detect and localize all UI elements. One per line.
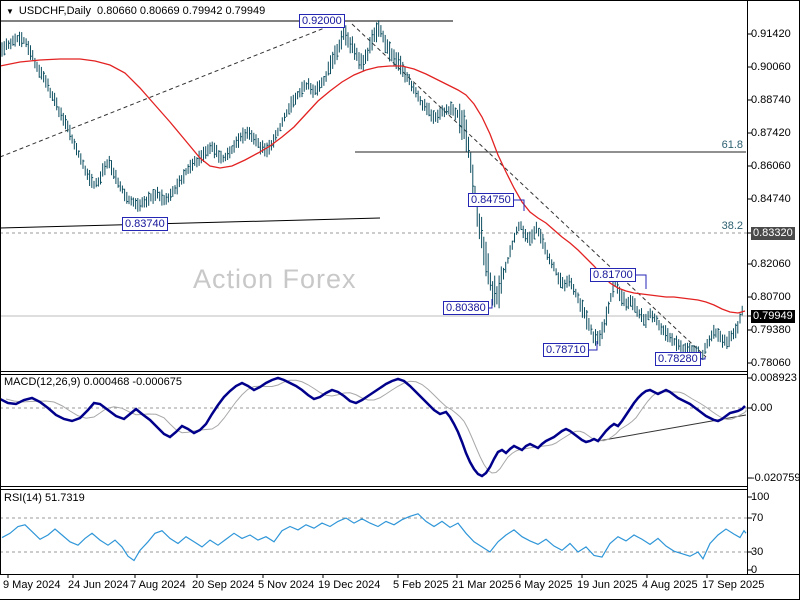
price-panel[interactable]	[0, 0, 747, 372]
symbol-dropdown-icon[interactable]: ▼	[6, 7, 14, 16]
price-callout[interactable]: 0.83740	[122, 217, 168, 231]
macd-indicator-label: MACD(12,26,9) 0.000468 -0.000675	[4, 376, 182, 388]
price-callout[interactable]: 0.80380	[443, 301, 489, 315]
chart-header: ▼ USDCHF,Daily 0.80660 0.80669 0.79942 0.7…	[6, 5, 265, 17]
price-callout[interactable]: 0.78710	[543, 343, 589, 357]
symbol-period-label: USDCHF,Daily	[18, 5, 92, 17]
price-callout[interactable]: 0.78280	[655, 352, 701, 366]
rsi-panel[interactable]	[0, 489, 747, 574]
price-callout[interactable]: 0.81700	[590, 268, 636, 282]
time-axis[interactable]	[0, 574, 747, 600]
trading-chart-window: Action Forex ▼ USDCHF,Daily 0.80660 0.8066…	[0, 0, 800, 600]
price-callout[interactable]: 0.92000	[299, 14, 345, 28]
price-callout[interactable]: 0.84750	[468, 193, 514, 207]
price-axis[interactable]	[747, 0, 800, 574]
rsi-indicator-label: RSI(14) 51.7319	[4, 492, 85, 504]
macd-panel[interactable]	[0, 374, 747, 487]
ohlc-quotes: 0.80660 0.80669 0.79942 0.79949	[97, 5, 266, 17]
